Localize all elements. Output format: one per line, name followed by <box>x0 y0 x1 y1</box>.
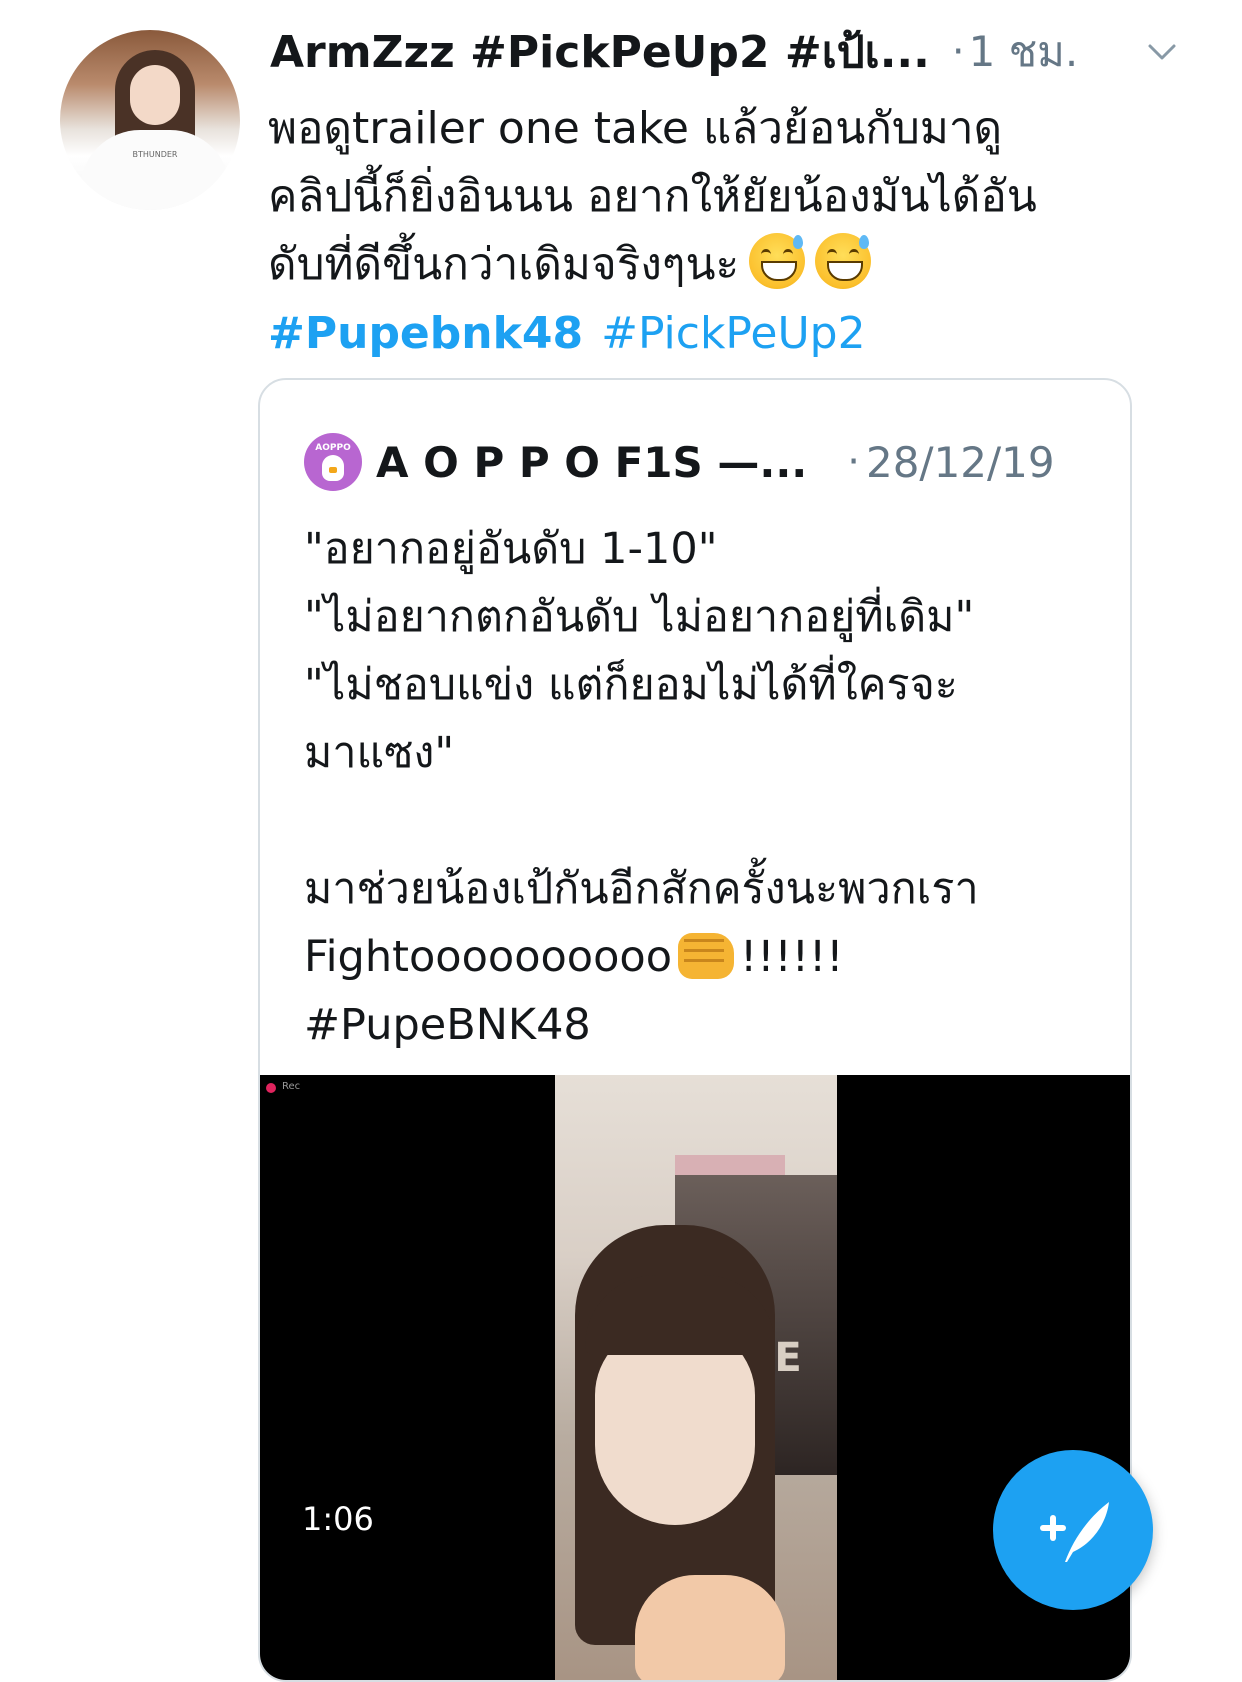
separator-dot: · <box>951 29 965 75</box>
quoted-fight-line: Fightoooooooooo!!!!!! <box>304 923 1104 991</box>
quoted-text-line: "ไม่ชอบแข่ง แต่ก็ยอมไม่ได้ที่ใครจะ <box>304 660 958 710</box>
compose-tweet-button[interactable] <box>993 1450 1153 1610</box>
video-player[interactable]: Rec PE 1:06 <box>260 1075 1130 1680</box>
separator-dot: · <box>847 439 860 485</box>
tweet[interactable]: BTHUNDER ArmZzz #PickPeUp2 #เป้เ... · 1 … <box>0 0 1242 1682</box>
rec-indicator-icon <box>266 1083 276 1093</box>
quoted-avatar-label: AOPPO <box>315 443 351 453</box>
hashtag-link[interactable]: #PickPeUp2 <box>601 308 866 359</box>
hashtags: #Pupebnk48 #PickPeUp2 <box>268 300 884 368</box>
video-thumbnail: PE <box>555 1075 837 1680</box>
fight-text: Fightoooooooooo <box>304 932 673 982</box>
avatar-shirt <box>80 130 230 210</box>
quoted-avatar-beak <box>329 467 337 473</box>
quoted-text-line: "อยากอยู่อันดับ 1-10" <box>304 524 718 574</box>
quoted-text-line: "ไม่อยากตกอันดับ ไม่อยากอยู่ที่เดิม" <box>304 592 975 642</box>
fist-emoji-icon <box>678 933 735 979</box>
grinning-sweat-emoji-icon <box>815 233 872 289</box>
quoted-tweet[interactable]: AOPPO A O P P O F1S —... · 28/12/19 "อยา… <box>258 378 1132 1682</box>
tweet-text-line-with-emoji: ดับที่ดีขึ้นกว่าเดิมจริงๆนะ <box>268 231 1178 299</box>
video-duration: 1:06 <box>302 1500 374 1538</box>
quoted-hashtag[interactable]: #PupeBNK48 <box>304 991 1104 1059</box>
tweet-header: ArmZzz #PickPeUp2 #เป้เ... · 1 ชม. <box>270 22 1220 82</box>
quoted-text-line: มาช่วยน้องเป้กันอีกสักครั้งนะพวกเรา <box>304 864 979 914</box>
quoted-display-name[interactable]: A O P P O F1S —... <box>376 438 807 487</box>
tweet-text-line: ดับที่ดีขึ้นกว่าเดิมจริงๆนะ <box>268 239 740 290</box>
quoted-text-line: มาแซง" <box>304 728 455 778</box>
avatar-shirt-text: BTHUNDER <box>132 150 178 159</box>
grinning-sweat-emoji-icon <box>749 233 806 289</box>
tweet-text: พอดูtrailer one take แล้วย้อนกับมาดู คลิ… <box>268 95 1178 299</box>
quoted-avatar[interactable]: AOPPO <box>304 433 362 491</box>
quoted-tweet-header: AOPPO A O P P O F1S —... · 28/12/19 <box>304 432 1104 492</box>
fight-suffix: !!!!!! <box>740 932 844 982</box>
chevron-down-icon[interactable] <box>1144 34 1180 70</box>
tweet-text-line: พอดูtrailer one take แล้วย้อนกับมาดู <box>268 103 1003 154</box>
thumbnail-person-hand <box>635 1575 785 1680</box>
rec-label: Rec <box>282 1081 301 1092</box>
hashtag-link[interactable]: #Pupebnk48 <box>268 308 583 359</box>
quoted-timestamp[interactable]: 28/12/19 <box>866 438 1055 487</box>
quoted-text-line-blank <box>304 787 1104 855</box>
compose-feather-icon <box>1040 1502 1109 1562</box>
display-name[interactable]: ArmZzz #PickPeUp2 #เป้เ... <box>270 17 930 87</box>
tweet-text-line: คลิปนี้ก็ยิ่งอินนน อยากให้ยัยน้องมันได้อ… <box>268 171 1037 222</box>
avatar-face <box>130 65 180 125</box>
timestamp[interactable]: 1 ชม. <box>969 19 1079 85</box>
quoted-tweet-text: "อยากอยู่อันดับ 1-10" "ไม่อยากตกอันดับ ไ… <box>304 515 1104 1059</box>
avatar[interactable]: BTHUNDER <box>60 30 240 210</box>
thumbnail-person-face <box>595 1325 755 1525</box>
